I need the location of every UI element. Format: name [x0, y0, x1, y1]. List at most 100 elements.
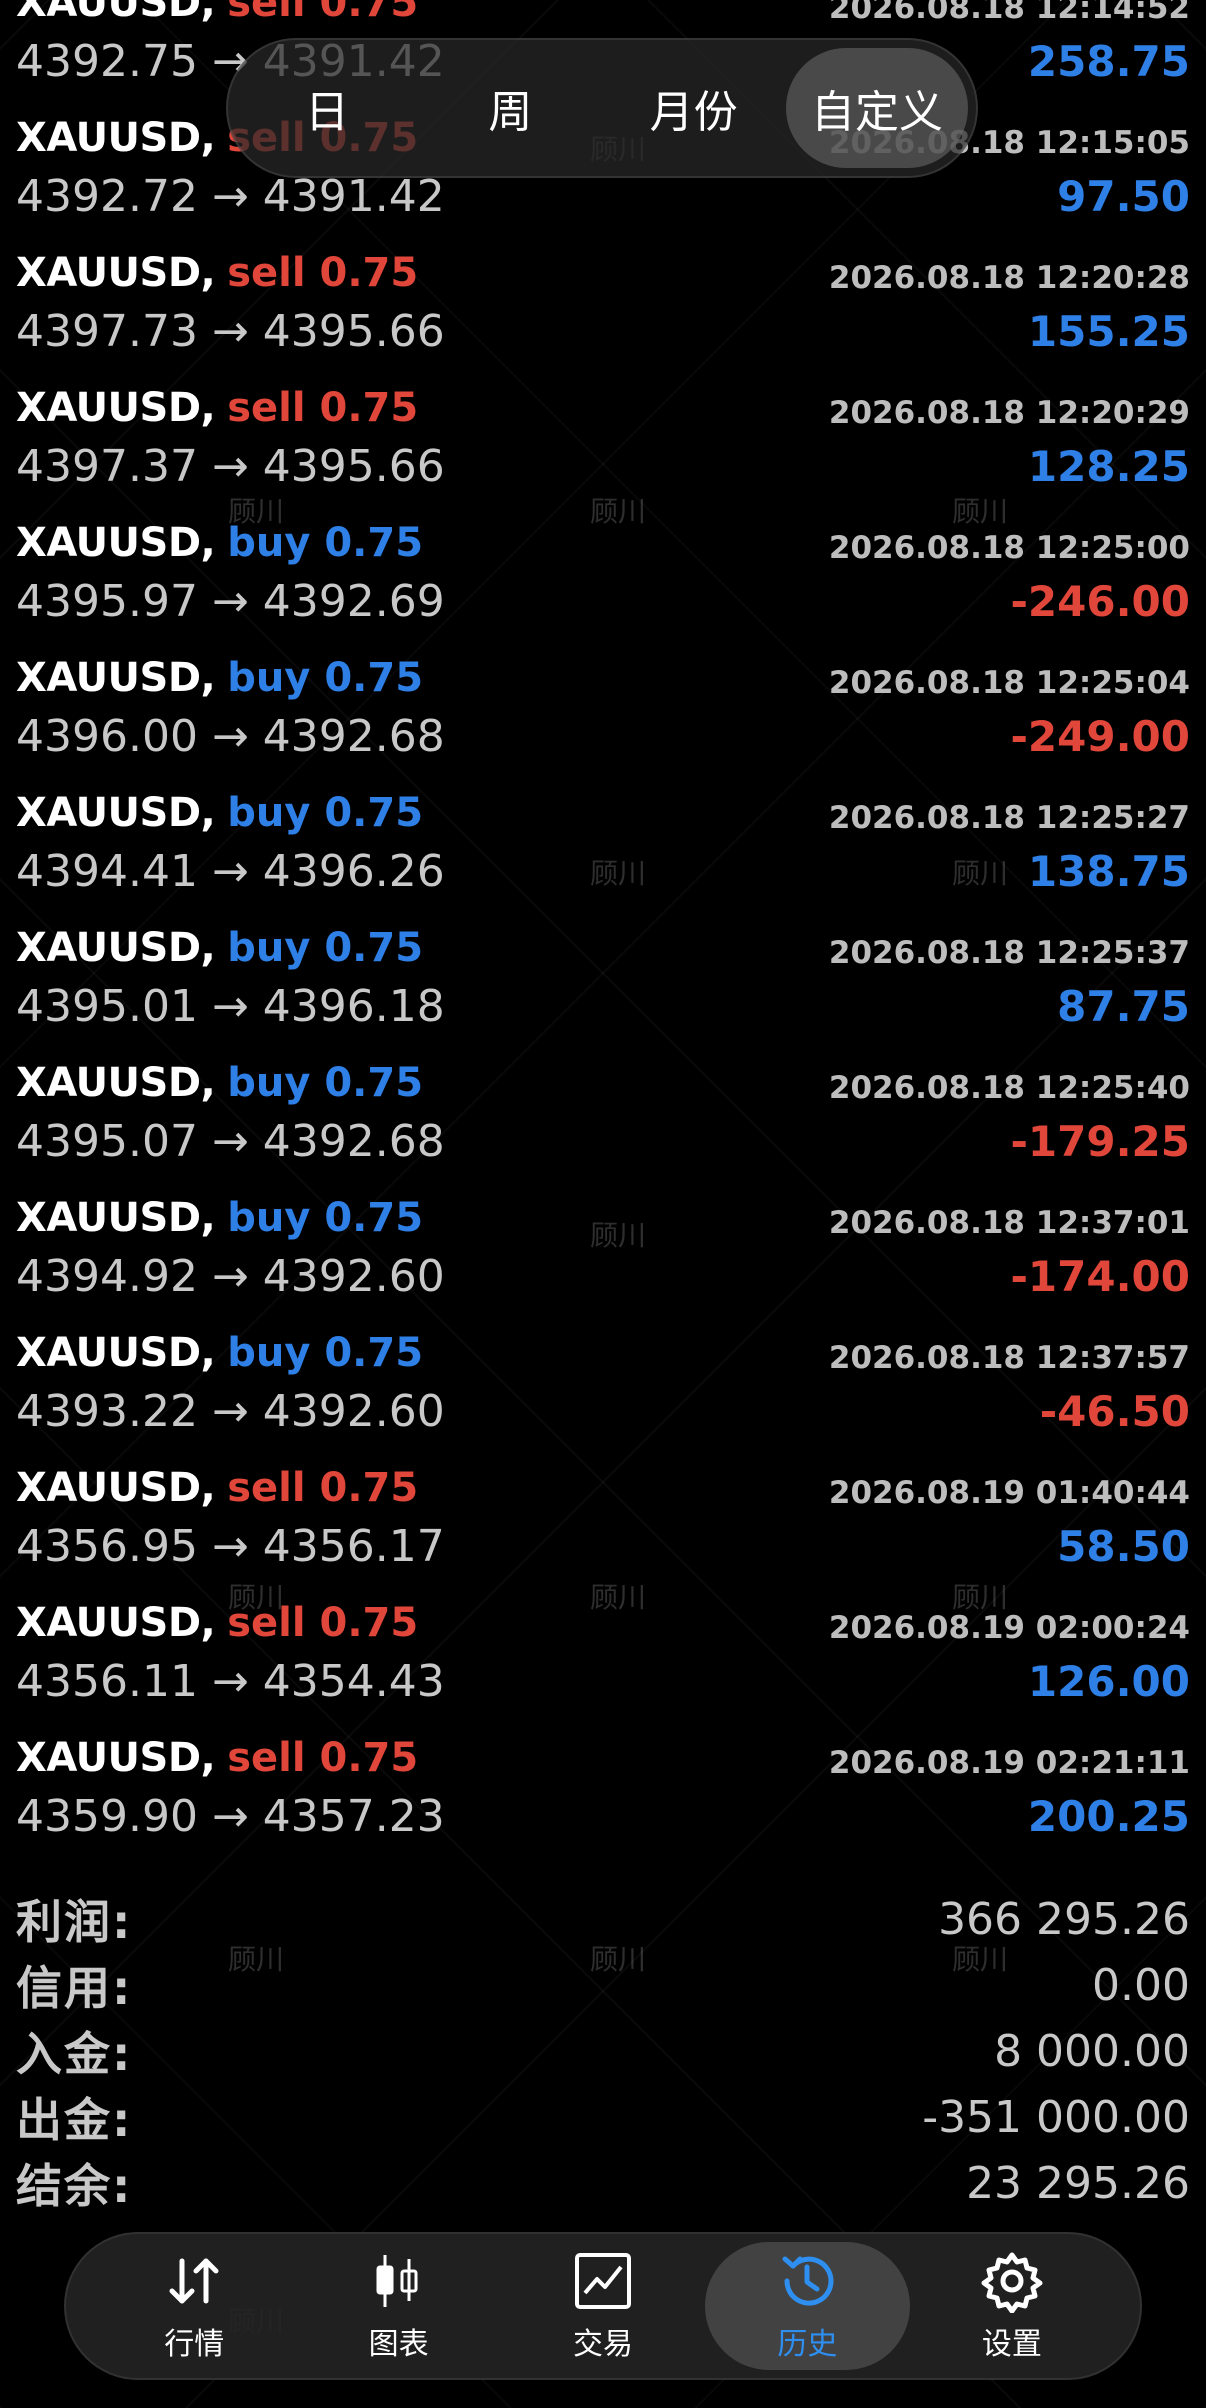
trade-prices: 4356.11 → 4354.43 [16, 1655, 445, 1707]
trade-close-time: 2026.08.18 12:37:01 [828, 1205, 1190, 1241]
trade-row[interactable]: XAUUSD, buy 0.75 2026.08.18 12:25:04 4396… [0, 639, 1206, 774]
trade-instrument: XAUUSD, buy 0.75 [16, 925, 423, 971]
trade-symbol: XAUUSD, [16, 1735, 216, 1781]
trade-direction: sell 0.75 [227, 1735, 419, 1781]
trade-profit: 155.25 [1027, 306, 1190, 356]
trade-close-time: 2026.08.18 12:20:28 [828, 260, 1190, 296]
trade-instrument: XAUUSD, buy 0.75 [16, 655, 423, 701]
trade-profit: -179.25 [1010, 1116, 1190, 1166]
summary-label: 入金: [16, 2027, 133, 2081]
trade-close-time: 2026.08.18 12:14:52 [828, 0, 1190, 26]
trade-profit: 97.50 [1057, 171, 1190, 221]
summary-row: 利润: 366 295.26 [16, 1886, 1190, 1952]
trade-profit: 128.25 [1027, 441, 1190, 491]
bottom-navigation: 行情 图表 交易 历史 设置 [64, 2232, 1142, 2380]
trade-close-time: 2026.08.18 12:25:04 [828, 665, 1190, 701]
trade-instrument: XAUUSD,sell 0.75 [16, 385, 418, 431]
trade-prices: 4395.01 → 4396.18 [16, 980, 445, 1032]
tab-week[interactable]: 周 [419, 48, 601, 168]
nav-charts[interactable]: 图表 [296, 2242, 500, 2370]
trade-profit: 126.00 [1027, 1656, 1190, 1706]
history-screen: 顾川 顾川 顾川 顾川 顾川 顾川 顾川 顾川 顾川 顾川 顾川 顾川 顾川 顾… [0, 0, 1206, 2408]
trade-row[interactable]: XAUUSD, buy 0.75 2026.08.18 12:25:37 4395… [0, 909, 1206, 1044]
trade-close-time: 2026.08.19 02:21:11 [828, 1745, 1190, 1781]
trade-row[interactable]: XAUUSD, buy 0.75 2026.08.18 12:25:00 4395… [0, 504, 1206, 639]
trade-row[interactable]: XAUUSD, sell 0.75 2026.08.19 02:00:24 435… [0, 1584, 1206, 1719]
summary-row: 出金: -351 000.00 [16, 2084, 1190, 2150]
trade-close-time: 2026.08.19 02:00:24 [828, 1610, 1190, 1646]
summary-label: 信用: [16, 1961, 133, 2015]
trade-row[interactable]: XAUUSD, buy 0.75 2026.08.18 12:25:27 4394… [0, 774, 1206, 909]
trade-profit: 58.50 [1057, 1521, 1190, 1571]
trade-direction: buy 0.75 [227, 1195, 424, 1241]
trade-row[interactable]: XAUUSD, sell 0.75 2026.08.18 12:20:28 439… [0, 234, 1206, 369]
trade-direction: buy 0.75 [227, 1060, 424, 1106]
summary-value: 23 295.26 [966, 2157, 1190, 2209]
trade-symbol: XAUUSD, [16, 655, 216, 701]
trade-instrument: XAUUSD,sell 0.75 [16, 1465, 418, 1511]
trade-prices: 4356.95 → 4356.17 [16, 1520, 445, 1572]
period-selector: 日周月份 自定义 [226, 38, 978, 178]
trade-direction: sell 0.75 [227, 1600, 419, 1646]
tab-custom[interactable]: 自定义 [785, 48, 968, 168]
nav-history[interactable]: 历史 [705, 2242, 910, 2370]
trade-direction: buy 0.75 [227, 790, 424, 836]
trade-symbol: XAUUSD, [16, 115, 216, 161]
trade-profit: -246.00 [1010, 576, 1190, 626]
trade-profit: 138.75 [1027, 846, 1190, 896]
trade-instrument: XAUUSD, buy 0.75 [16, 520, 423, 566]
trade-symbol: XAUUSD, [16, 520, 216, 566]
gear-icon [980, 2249, 1044, 2313]
trade-close-time: 2026.08.18 12:25:40 [828, 1070, 1190, 1106]
summary-value: 366 295.26 [938, 1893, 1190, 1945]
trade-symbol: XAUUSD, [16, 1465, 216, 1511]
trade-prices: 4393.22 → 4392.60 [16, 1385, 445, 1437]
summary-value: -351 000.00 [922, 2091, 1190, 2143]
summary-label: 出金: [16, 2093, 133, 2147]
trade-row[interactable]: XAUUSD, sell 0.75 2026.08.19 01:40:44 435… [0, 1449, 1206, 1584]
trade-direction: buy 0.75 [227, 925, 424, 971]
trade-prices: 4396.00 → 4392.68 [16, 710, 445, 762]
trade-instrument: XAUUSD,sell 0.75 [16, 250, 418, 296]
trade-prices: 4394.41 → 4396.26 [16, 845, 445, 897]
summary-row: 入金: 8 000.00 [16, 2018, 1190, 2084]
trade-profit: -174.00 [1010, 1251, 1190, 1301]
trade-prices: 4397.73 → 4395.66 [16, 305, 445, 357]
trade-row[interactable]: XAUUSD, buy 0.75 2026.08.18 12:25:40 4395… [0, 1044, 1206, 1179]
trade-direction: buy 0.75 [227, 655, 424, 701]
trade-direction: buy 0.75 [227, 1330, 424, 1376]
trade-row[interactable]: XAUUSD, sell 0.75 2026.08.19 02:21:11 435… [0, 1719, 1206, 1854]
trade-direction: sell 0.75 [227, 1465, 419, 1511]
trade-prices: 4397.37 → 4395.66 [16, 440, 445, 492]
nav-quotes[interactable]: 行情 [92, 2242, 296, 2370]
trade-prices: 4395.97 → 4392.69 [16, 575, 445, 627]
trade-close-time: 2026.08.18 12:25:37 [828, 935, 1190, 971]
trade-close-time: 2026.08.18 12:25:00 [828, 530, 1190, 566]
trade-prices: 4395.07 → 4392.68 [16, 1115, 445, 1167]
trade-history-list[interactable]: XAUUSD, sell 0.75 2026.08.18 12:14:52 439… [0, 0, 1206, 1854]
trade-symbol: XAUUSD, [16, 1195, 216, 1241]
tab-month[interactable]: 月份 [603, 48, 785, 168]
nav-label: 图表 [368, 2327, 429, 2362]
trade-row[interactable]: XAUUSD, buy 0.75 2026.08.18 12:37:57 4393… [0, 1314, 1206, 1449]
trade-prices: 4394.92 → 4392.60 [16, 1250, 445, 1302]
trade-profit: 87.75 [1057, 981, 1190, 1031]
candlestick-chart-icon [367, 2249, 431, 2313]
nav-trade[interactable]: 交易 [501, 2242, 705, 2370]
summary-row: 结余: 23 295.26 [16, 2150, 1190, 2216]
trade-row[interactable]: XAUUSD, buy 0.75 2026.08.18 12:37:01 4394… [0, 1179, 1206, 1314]
quotes-arrows-icon [162, 2249, 226, 2313]
trade-profit: -249.00 [1010, 711, 1190, 761]
trade-instrument: XAUUSD, buy 0.75 [16, 1330, 423, 1376]
nav-settings[interactable]: 设置 [910, 2242, 1114, 2370]
trade-symbol: XAUUSD, [16, 925, 216, 971]
trade-instrument: XAUUSD, buy 0.75 [16, 1195, 423, 1241]
nav-label: 设置 [981, 2327, 1042, 2362]
trade-symbol: XAUUSD, [16, 0, 216, 26]
trade-symbol: XAUUSD, [16, 790, 216, 836]
trade-direction: sell 0.75 [227, 250, 419, 296]
trade-close-time: 2026.08.18 12:37:57 [828, 1340, 1190, 1376]
tab-day[interactable]: 日 [236, 48, 418, 168]
summary-label: 利润: [16, 1895, 133, 1949]
trade-row[interactable]: XAUUSD, sell 0.75 2026.08.18 12:20:29 439… [0, 369, 1206, 504]
